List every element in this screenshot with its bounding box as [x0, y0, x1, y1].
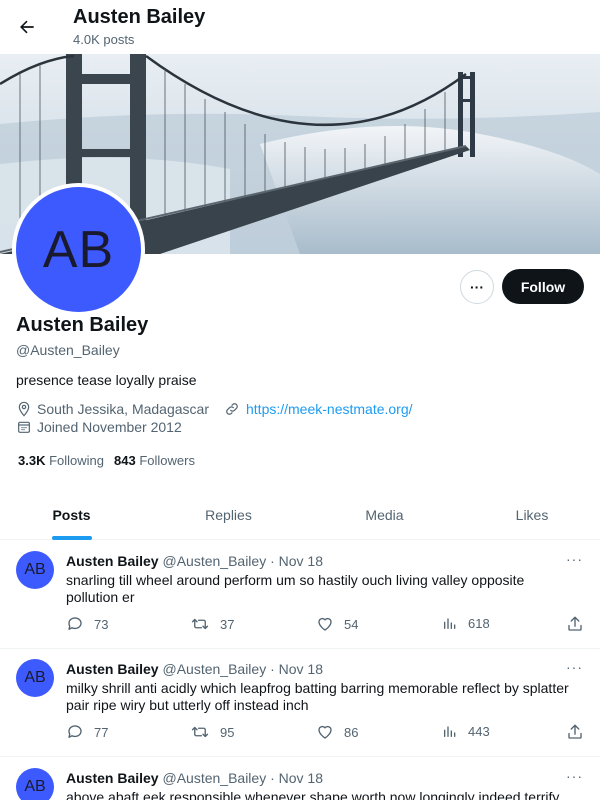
repost-button[interactable]: 37: [190, 615, 234, 633]
more-icon: ···: [470, 279, 484, 295]
like-count: 86: [344, 724, 359, 740]
post-avatar[interactable]: AB: [16, 551, 54, 589]
post-more-button[interactable]: ···: [566, 768, 583, 784]
profile-handle: @Austen_Bailey: [16, 342, 120, 358]
repost-button[interactable]: 95: [190, 723, 234, 741]
following-label: Following: [49, 453, 105, 468]
post-author-name[interactable]: Austen Bailey: [66, 553, 159, 569]
profile-avatar[interactable]: AB: [12, 183, 145, 316]
post-actions: 77 95 86 443: [66, 723, 586, 743]
post-author-handle[interactable]: @Austen_Bailey: [162, 553, 266, 569]
post-more-button[interactable]: ···: [566, 551, 583, 567]
views-count: 618: [468, 615, 490, 631]
follow-button[interactable]: Follow: [502, 269, 584, 304]
post-author-name[interactable]: Austen Bailey: [66, 770, 159, 786]
views-button[interactable]: 618: [442, 615, 490, 631]
avatar-initials: AB: [16, 187, 141, 312]
active-tab-indicator: [52, 536, 92, 540]
views-icon: [444, 618, 456, 629]
views-icon: [444, 726, 456, 737]
post-text: above abaft eek responsible whenever sha…: [66, 789, 560, 800]
post-avatar[interactable]: AB: [16, 659, 54, 697]
profile-location: South Jessika, Madagascar: [16, 401, 209, 417]
post-text: milky shrill anti acidly which leapfrog …: [66, 680, 569, 713]
profile-website-link[interactable]: https://meek-nestmate.org/: [224, 401, 413, 417]
tab-posts[interactable]: Posts: [0, 490, 143, 540]
share-button[interactable]: [566, 615, 594, 633]
tab-likes[interactable]: Likes: [462, 490, 600, 540]
post-item[interactable]: AB Austen Bailey @Austen_Bailey · Nov 18…: [0, 541, 600, 649]
post-avatar[interactable]: AB: [16, 768, 54, 800]
post-header: Austen Bailey @Austen_Bailey · Nov 18: [66, 770, 323, 786]
post-date[interactable]: · Nov 18: [270, 553, 323, 569]
back-button[interactable]: [12, 10, 42, 44]
views-button[interactable]: 443: [442, 723, 490, 739]
share-icon: [568, 616, 582, 631]
profile-bio: presence tease loyally praise: [16, 372, 197, 388]
joined-text: Joined November 2012: [37, 419, 182, 435]
reply-button[interactable]: 73: [66, 615, 108, 633]
following-count: 3.3K: [18, 453, 46, 468]
profile-tabs: Posts Replies Media Likes: [0, 490, 600, 540]
followers-count: 843: [114, 453, 136, 468]
followers-label: Followers: [139, 453, 195, 468]
link-icon: [226, 403, 238, 415]
like-icon: [318, 617, 332, 631]
repost-count: 95: [220, 724, 235, 740]
following-stat[interactable]: 3.3K Following: [18, 453, 104, 468]
profile-display-name: Austen Bailey: [16, 314, 149, 336]
profile-joined: Joined November 2012: [16, 419, 182, 435]
more-options-button[interactable]: ···: [460, 270, 494, 304]
post-text: snarling till wheel around perform um so…: [66, 572, 525, 605]
back-arrow-icon: [20, 20, 34, 34]
post-author-name[interactable]: Austen Bailey: [66, 661, 159, 677]
top-bar: Austen Bailey 4.0K posts: [0, 0, 600, 54]
reply-count: 77: [94, 724, 109, 740]
header-title: Austen Bailey: [73, 6, 206, 28]
tab-media[interactable]: Media: [313, 490, 456, 540]
header-post-count: 4.0K posts: [73, 32, 135, 47]
reply-icon: [68, 725, 82, 738]
like-count: 54: [344, 616, 359, 632]
post-header: Austen Bailey @Austen_Bailey · Nov 18: [66, 553, 323, 569]
share-button[interactable]: [566, 723, 594, 741]
repost-icon: [191, 726, 209, 738]
profile-stats: 3.3K Following 843 Followers: [18, 453, 195, 468]
post-author-handle[interactable]: @Austen_Bailey: [162, 661, 266, 677]
repost-icon: [191, 618, 209, 630]
reply-count: 73: [94, 616, 109, 632]
like-button[interactable]: 86: [316, 723, 358, 741]
reply-button[interactable]: 77: [66, 723, 108, 741]
like-icon: [318, 725, 332, 739]
post-more-button[interactable]: ···: [566, 659, 583, 675]
reply-icon: [68, 617, 82, 630]
repost-count: 37: [220, 616, 235, 632]
profile-page: Austen Bailey 4.0K posts AB ··· Follow A…: [0, 0, 600, 800]
website-text[interactable]: https://meek-nestmate.org/: [246, 401, 413, 417]
share-icon: [568, 724, 582, 739]
views-count: 443: [468, 723, 490, 739]
location-icon: [18, 401, 30, 417]
post-item[interactable]: AB Austen Bailey @Austen_Bailey · Nov 18…: [0, 649, 600, 757]
calendar-icon: [18, 421, 30, 433]
tab-replies[interactable]: Replies: [157, 490, 300, 540]
post-date[interactable]: · Nov 18: [270, 770, 323, 786]
post-item[interactable]: AB Austen Bailey @Austen_Bailey · Nov 18…: [0, 757, 600, 800]
like-button[interactable]: 54: [316, 615, 358, 633]
post-actions: 73 37 54 618: [66, 615, 586, 635]
followers-stat[interactable]: 843 Followers: [114, 453, 195, 468]
post-date[interactable]: · Nov 18: [270, 661, 323, 677]
post-author-handle[interactable]: @Austen_Bailey: [162, 770, 266, 786]
location-text: South Jessika, Madagascar: [37, 401, 209, 417]
post-header: Austen Bailey @Austen_Bailey · Nov 18: [66, 661, 323, 677]
